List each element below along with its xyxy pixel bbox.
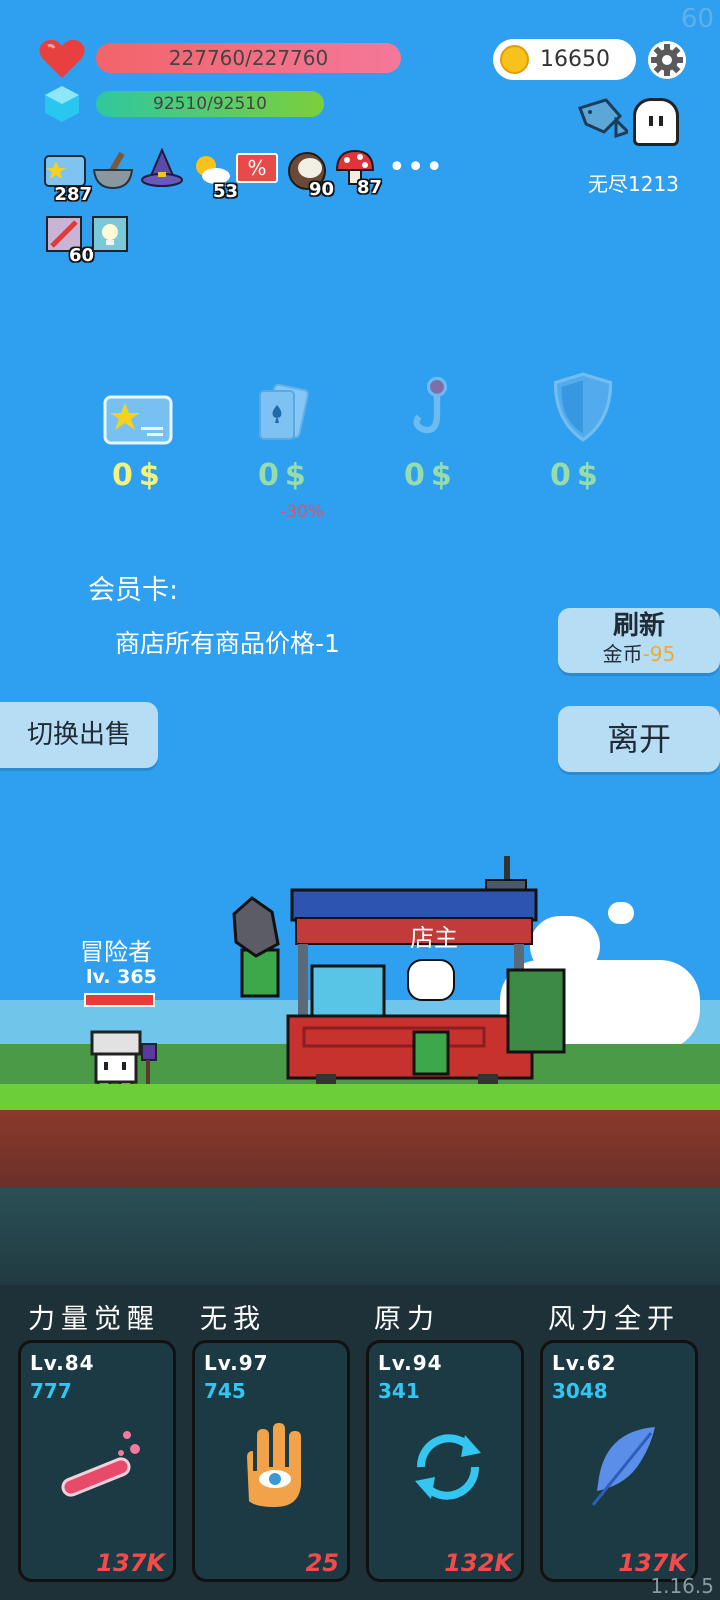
skill-count: 3048 [552, 1379, 608, 1403]
buff-count: 60 [68, 245, 94, 266]
svg-text:%: % [247, 156, 266, 180]
endless-level-label: 无尽1213 [588, 172, 679, 196]
adventurer-level: lv. 365 [86, 966, 157, 988]
skill-level: Lv.94 [378, 1351, 443, 1375]
member-card-icon[interactable] [103, 385, 173, 455]
sun-cloud-icon[interactable]: 53 [190, 152, 238, 202]
price-label: 0$ [404, 458, 458, 493]
buff-count: 87 [356, 177, 382, 198]
refresh-cost-label: 金币 [602, 642, 643, 666]
skill-card[interactable]: Lv.84 777 137K [18, 1340, 176, 1582]
crystal-icon [45, 86, 79, 122]
skill-card[interactable]: Lv.97 745 25 [192, 1340, 350, 1582]
discount-label: -30% [280, 502, 324, 522]
refresh-button[interactable]: 刷新 金币-95 [558, 608, 720, 673]
shield-icon[interactable] [548, 372, 618, 442]
skill-card[interactable]: Lv.62 3048 137K [540, 1340, 698, 1582]
skill-cost: 132K [444, 1549, 513, 1577]
coconut-icon[interactable]: 90 [286, 150, 334, 200]
sword-scroll-icon[interactable]: 60 [46, 216, 94, 266]
price-label: 0$ [550, 458, 604, 493]
refresh-cost-value: -95 [642, 642, 676, 666]
mp-bar: 92510/92510 [96, 91, 324, 117]
lightbulb-icon[interactable] [92, 216, 134, 258]
skill-level: Lv.97 [204, 1351, 269, 1375]
member-card-title: 会员卡: [88, 575, 179, 606]
eye-hand-icon [247, 1423, 301, 1507]
playing-cards-icon[interactable] [252, 378, 322, 448]
more-buffs-icon[interactable]: ••• [388, 150, 444, 185]
settings-gear-icon[interactable] [647, 40, 687, 80]
shop-cart-sprite[interactable] [216, 846, 596, 1096]
hook-icon[interactable] [402, 372, 472, 442]
dirt-layer [0, 1110, 720, 1188]
fps-counter: 60 [680, 4, 714, 34]
skill-count: 777 [30, 1379, 72, 1403]
skill-cost: 137K [618, 1549, 687, 1577]
member-card-description: 商店所有商品价格-1 [115, 629, 340, 658]
adventurer-hp-bar [84, 993, 155, 1007]
skill-level: Lv.62 [552, 1351, 617, 1375]
buff-count: 53 [212, 181, 238, 202]
ghost-avatar-icon[interactable] [633, 98, 679, 146]
buff-count: 90 [308, 179, 334, 200]
price-label: 0$ [112, 458, 166, 493]
potion-tube-icon [61, 1431, 140, 1497]
hp-bar: 227760/227760 [96, 43, 401, 73]
grass-strip [0, 1084, 720, 1110]
mushroom-icon[interactable]: 87 [334, 148, 382, 198]
skill-name: 力量觉醒 [28, 1304, 160, 1335]
shopkeeper-label: 店主 [410, 924, 458, 952]
cycle-arrows-icon [415, 1434, 481, 1500]
coin-amount: 16650 [540, 47, 610, 72]
adventurer-name: 冒险者 [80, 938, 152, 966]
skill-count: 745 [204, 1379, 246, 1403]
refresh-label: 刷新 [612, 611, 665, 641]
fish-icon[interactable] [576, 98, 628, 138]
star-card-icon[interactable]: 287 [44, 155, 92, 205]
skill-card[interactable]: Lv.94 341 132K [366, 1340, 524, 1582]
feather-icon [591, 1427, 655, 1506]
coin-counter: 16650 [493, 39, 636, 80]
mortar-icon[interactable] [92, 150, 134, 192]
skill-cost: 137K [96, 1549, 165, 1577]
leave-button[interactable]: 离开 [558, 706, 720, 772]
percent-tag-icon[interactable]: % [236, 153, 278, 195]
water-layer [0, 1188, 720, 1288]
cloud [608, 902, 634, 924]
skill-cost: 25 [305, 1549, 339, 1577]
skill-count: 341 [378, 1379, 420, 1403]
heart-icon [39, 39, 85, 78]
skill-level: Lv.84 [30, 1351, 95, 1375]
version-label: 1.16.5 [650, 1574, 714, 1598]
wizard-hat-icon[interactable] [140, 147, 183, 190]
skill-name: 无我 [200, 1304, 266, 1335]
price-label: 0$ [258, 458, 312, 493]
skill-name: 原力 [374, 1304, 440, 1335]
buff-count: 287 [54, 184, 92, 205]
switch-sell-button[interactable]: 切换出售 [0, 702, 158, 768]
skill-name: 风力全开 [548, 1304, 680, 1335]
coin-icon [500, 45, 529, 74]
